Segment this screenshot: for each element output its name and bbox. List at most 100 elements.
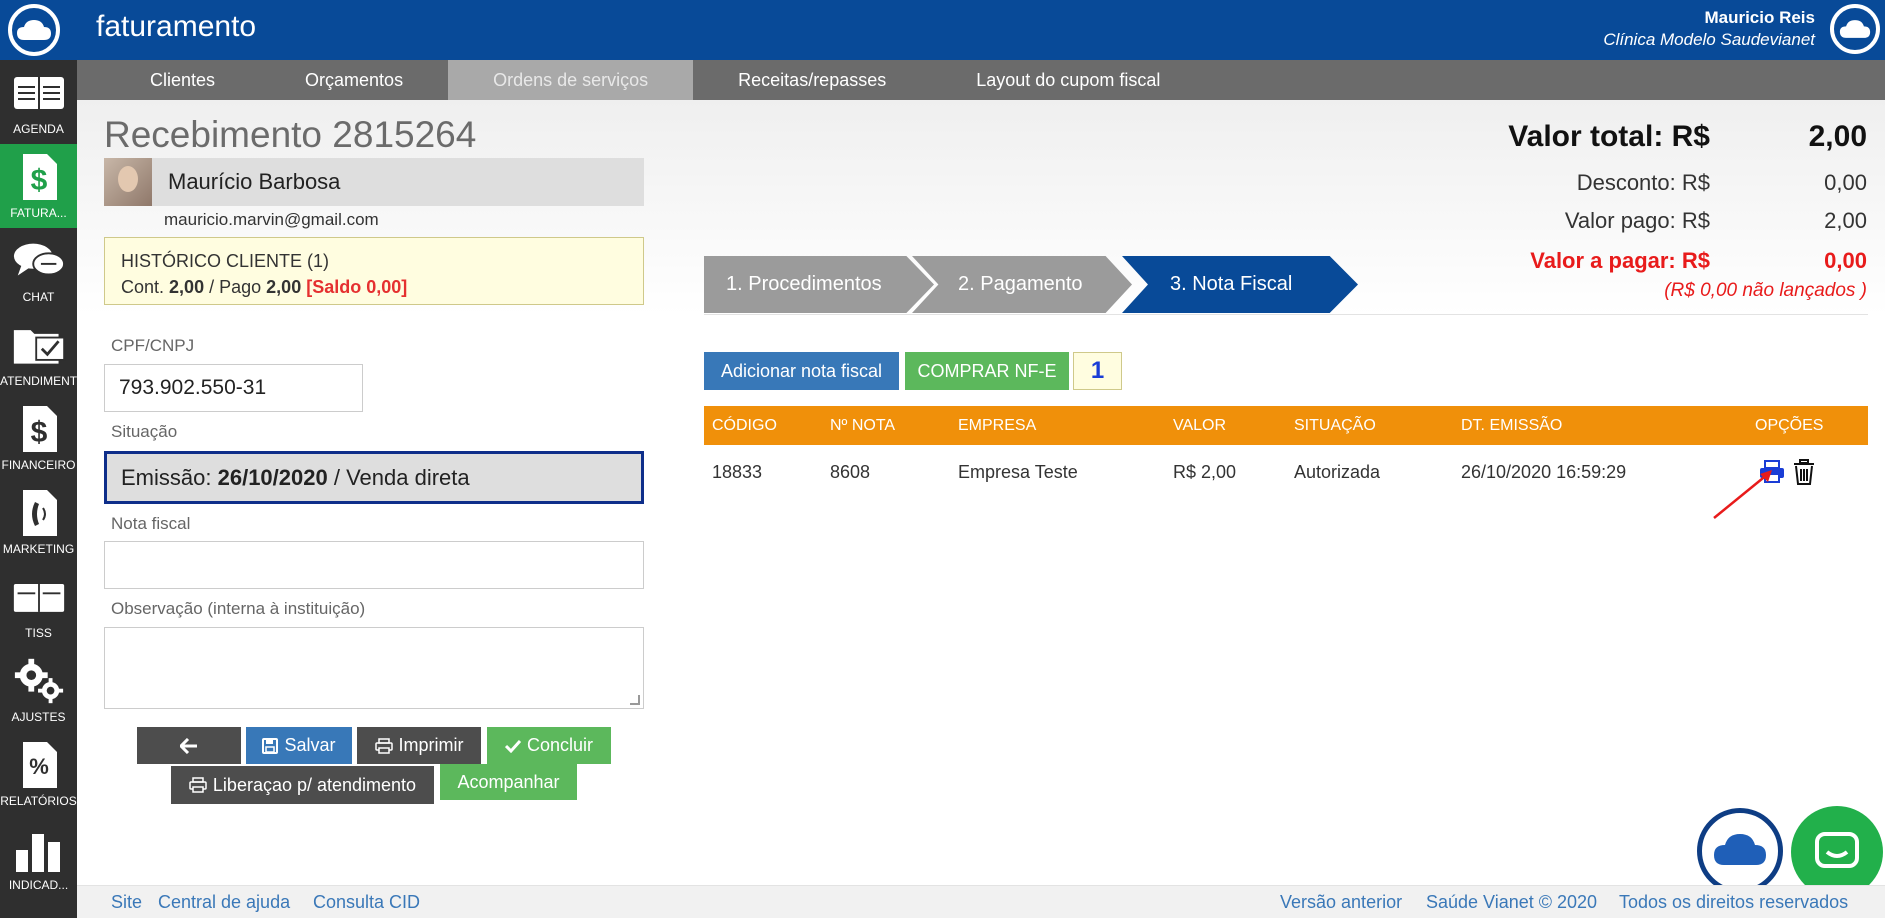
column-header[interactable]: EMPRESA [958, 406, 1036, 445]
total-value: 2,00 [1808, 120, 1867, 153]
sidebar-label: INDICAD... [8, 878, 69, 892]
checkmark-icon [504, 739, 521, 753]
buy-nfe-button[interactable]: COMPRAR NF-E [905, 352, 1069, 390]
top-bar: faturamento Mauricio Reis Clínica Modelo… [0, 0, 1885, 60]
step-label: 1. Procedimentos [726, 273, 882, 295]
sidebar-item-relatorios[interactable]: % RELATÓRIOS [0, 732, 77, 816]
column-header[interactable]: CÓDIGO [712, 406, 777, 445]
cloud-chat-widget-icon[interactable] [1697, 808, 1783, 894]
footer-rights: Todos os direitos reservados [1619, 892, 1849, 912]
sidebar-label: CHAT [22, 290, 55, 304]
invoice-table-header: CÓDIGO Nº NOTA EMPRESA VALOR SITUAÇÃO DT… [704, 406, 1868, 445]
column-header[interactable]: Nº NOTA [830, 406, 895, 445]
user-info[interactable]: Mauricio Reis Clínica Modelo Saudevianet [1603, 8, 1815, 50]
sidebar-item-ajustes[interactable]: AJUSTES [0, 648, 77, 732]
sidebar-label: AJUSTES [11, 710, 66, 724]
cpf-label: CPF/CNPJ [111, 336, 195, 355]
footer-link-site[interactable]: Site [111, 892, 142, 913]
menu-item-layout-cupom-fiscal[interactable]: Layout do cupom fiscal [931, 60, 1205, 100]
calendar-icon [12, 68, 66, 118]
folder-check-icon [12, 320, 66, 370]
situacao-prefix: Emissão: [121, 464, 212, 490]
cloud-logo-icon[interactable] [8, 4, 60, 56]
printer-icon [189, 777, 207, 793]
not-launched-note: (R$ 0,00 não lançados ) [1664, 280, 1867, 301]
footer-link-central-de-ajuda[interactable]: Central de ajuda [158, 892, 290, 913]
sidebar-item-marketing[interactable]: MARKETING [0, 480, 77, 564]
conclude-label: Concluir [526, 735, 594, 755]
cell-empresa: Empresa Teste [958, 461, 1078, 482]
discount-label: Desconto: R$ [1576, 170, 1710, 195]
sidebar-label: MARKETING [2, 542, 75, 556]
nota-fiscal-label: Nota fiscal [111, 514, 191, 533]
column-header[interactable]: DT. EMISSÃO [1461, 406, 1562, 445]
cell-numero-nota: 8608 [830, 461, 871, 482]
step-label: 2. Pagamento [958, 273, 1083, 295]
percent-document-icon: % [12, 740, 66, 790]
history-saldo: [Saldo 0,00] [306, 277, 408, 297]
sidebar-label: RELATÓRIOS [0, 794, 77, 808]
main-menu: Clientes Orçamentos Ordens de serviços R… [77, 60, 1885, 100]
print-button[interactable]: Imprimir [357, 727, 481, 764]
book-icon [12, 572, 66, 622]
follow-up-button[interactable]: Acompanhar [440, 764, 577, 800]
total-row: Valor total: R$ 2,00 [0, 120, 1885, 156]
menu-item-ordens-de-servicos[interactable]: Ordens de serviços [448, 60, 694, 100]
amount-due-value: 0,00 [1824, 248, 1867, 273]
observacao-label: Observação (interna à instituição) [111, 599, 366, 618]
sidebar-item-atendimento[interactable]: ATENDIMENTO [0, 312, 77, 396]
sidebar-item-tiss[interactable]: TISS [0, 564, 77, 648]
resize-handle[interactable] [630, 695, 640, 705]
situacao-date: 26/10/2020 [217, 464, 328, 490]
paid-label: Valor pago: R$ [1564, 208, 1710, 233]
amount-due-label: Valor a pagar: R$ [1530, 248, 1710, 273]
observacao-textarea[interactable] [104, 627, 644, 709]
total-label: Valor total: R$ [1508, 120, 1710, 153]
step-nota-fiscal[interactable]: 3. Nota Fiscal [1122, 256, 1358, 313]
step-procedimentos[interactable]: 1. Procedimentos [704, 256, 934, 313]
follow-up-label: Acompanhar [457, 771, 560, 792]
footer-link-consulta-cid[interactable]: Consulta CID [313, 892, 420, 913]
history-cont-value: 2,00 [169, 277, 205, 297]
cell-dt-emissao: 26/10/2020 16:59:29 [1461, 461, 1627, 482]
printer-icon [374, 737, 393, 754]
bar-chart-icon [12, 824, 66, 874]
svg-text:$: $ [30, 416, 47, 449]
discount-row: Desconto: R$ 0,00 [0, 170, 1885, 198]
release-for-attendance-button[interactable]: Liberaçao p/ atendimento [171, 766, 434, 804]
footer-link-versao-anterior[interactable]: Versão anterior [1280, 892, 1402, 913]
sidebar-item-financeiro[interactable]: $ FINANCEIRO [0, 396, 77, 480]
cpf-input[interactable]: 793.902.550-31 [104, 364, 363, 412]
print-label: Imprimir [398, 735, 464, 755]
table-row[interactable]: 18833 8608 Empresa Teste R$ 2,00 Autoriz… [704, 452, 1868, 492]
floppy-disk-icon [262, 737, 279, 754]
conclude-button[interactable]: Concluir [487, 727, 611, 764]
column-header[interactable]: VALOR [1173, 406, 1226, 445]
footer-copyright: Saúde Vianet © 2020 [1426, 892, 1598, 912]
back-button[interactable] [137, 727, 241, 764]
cell-valor: R$ 2,00 [1173, 461, 1237, 482]
footer: Site Central de ajuda Consulta CID Versã… [77, 885, 1885, 918]
menu-item-orcamentos[interactable]: Orçamentos [260, 60, 448, 100]
column-header[interactable]: SITUAÇÃO [1294, 406, 1376, 445]
menu-item-clientes[interactable]: Clientes [105, 60, 260, 100]
arrow-left-icon [180, 737, 197, 754]
svg-text:%: % [29, 754, 49, 779]
cloud-user-icon[interactable] [1830, 4, 1880, 54]
menu-item-receitas-repasses[interactable]: Receitas/repasses [693, 60, 931, 100]
paid-row: Valor pago: R$ 2,00 [0, 208, 1885, 236]
trash-icon[interactable] [1793, 459, 1815, 485]
step-pagamento[interactable]: 2. Pagamento [912, 256, 1132, 313]
paid-value: 2,00 [1824, 208, 1867, 233]
column-header: OPÇÕES [1755, 416, 1824, 434]
add-invoice-button[interactable]: Adicionar nota fiscal [704, 352, 899, 390]
situacao-field[interactable]: Emissão: 26/10/2020 / Venda direta [104, 451, 644, 504]
release-label: Liberaçao p/ atendimento [212, 774, 417, 795]
save-button[interactable]: Salvar [246, 727, 352, 764]
divider [704, 314, 1868, 315]
app-title: faturamento [96, 10, 257, 43]
nota-fiscal-input[interactable] [104, 541, 644, 589]
gears-icon [12, 656, 66, 706]
sidebar-item-indicadores[interactable]: INDICAD... [0, 816, 77, 900]
history-sep: / Pago [209, 277, 262, 297]
